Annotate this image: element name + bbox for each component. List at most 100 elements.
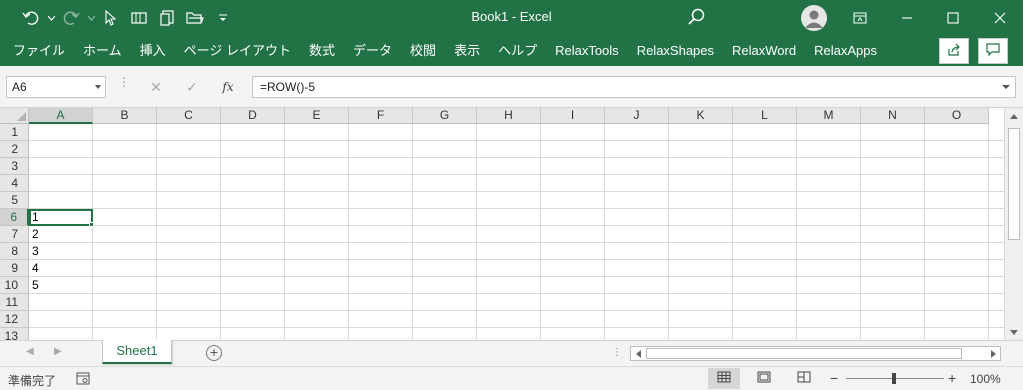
select-all-button[interactable] [0,108,29,124]
ribbon-tab[interactable]: データ [344,35,401,66]
cell-a8[interactable]: 3 [29,243,93,260]
cell-a10[interactable]: 5 [29,277,93,294]
column-header-d[interactable]: D [221,108,285,124]
cell-a6[interactable]: 1 [29,209,93,226]
ribbon-tab[interactable]: RelaxShapes [628,35,723,66]
next-sheet-icon[interactable]: ▶ [54,346,62,357]
column-header-b[interactable]: B [93,108,157,124]
row-header-9[interactable]: 9 [0,260,29,277]
redo-dropdown-icon[interactable] [86,6,96,30]
minimize-icon[interactable] [884,0,930,35]
column-header-f[interactable]: F [349,108,413,124]
horizontal-scroll-thumb[interactable] [646,348,962,359]
ribbon-tab[interactable]: 挿入 [131,35,175,66]
normal-view-icon [717,371,731,386]
row-header-7[interactable]: 7 [0,226,29,243]
comment-icon [986,43,1000,59]
cell-a7[interactable]: 2 [29,226,93,243]
row-header-12[interactable]: 12 [0,311,29,328]
name-box[interactable]: A6 [6,76,106,98]
redo-icon[interactable] [58,6,84,30]
column-header-m[interactable]: M [797,108,861,124]
copy-icon[interactable] [154,6,180,30]
row-header-6[interactable]: 6 [0,209,29,226]
column-header-l[interactable]: L [733,108,797,124]
ribbon-tab[interactable]: 表示 [445,35,489,66]
open-folder-icon[interactable] [182,6,208,30]
column-header-k[interactable]: K [669,108,733,124]
select-cursor-icon[interactable] [98,6,124,30]
normal-view-button[interactable] [708,368,740,389]
add-sheet-button[interactable]: + [206,345,222,361]
ribbon-tab[interactable]: 数式 [300,35,344,66]
vertical-scrollbar[interactable] [1004,108,1023,340]
title-bar: Book1 - Excel [0,0,1023,35]
column-header-h[interactable]: H [477,108,541,124]
zoom-in-button[interactable]: + [948,370,956,386]
scroll-down-icon[interactable] [1005,324,1023,340]
row-header-13[interactable]: 13 [0,328,29,340]
ribbon-tab[interactable]: RelaxApps [805,35,886,66]
ribbon-tab[interactable]: ページ レイアウト [175,35,300,66]
page-break-preview-button[interactable] [788,368,820,389]
tab-splitter-handle[interactable]: ⋮ [612,347,622,358]
scroll-up-icon[interactable] [1005,108,1023,124]
vertical-scroll-thumb[interactable] [1008,128,1020,240]
macro-recording-icon[interactable] [76,372,90,388]
column-header-j[interactable]: J [605,108,669,124]
undo-dropdown-icon[interactable] [46,6,56,30]
page-layout-view-button[interactable] [748,368,780,389]
sheet-tab-sheet1[interactable]: Sheet1 [102,340,172,364]
column-header-i[interactable]: I [541,108,605,124]
ribbon-tab[interactable]: ヘルプ [489,35,546,66]
zoom-slider-thumb[interactable] [892,373,896,384]
column-header-c[interactable]: C [157,108,221,124]
previous-sheet-icon[interactable]: ◀ [26,346,34,357]
zoom-out-button[interactable]: − [830,370,838,386]
ribbon-tab[interactable]: ホーム [74,35,131,66]
column-header-o[interactable]: O [925,108,989,124]
shape-icon[interactable] [126,6,152,30]
customize-qat-icon[interactable] [210,6,236,30]
formula-bar-resize-handle[interactable]: ⋮ [118,76,130,88]
ribbon: ファイル ホーム 挿入 ページ レイアウト 数式 データ 校閲 表示 ヘルプ RelaxTools… [0,35,1023,66]
row-header-5[interactable]: 5 [0,192,29,209]
row-header-8[interactable]: 8 [0,243,29,260]
ribbon-tab[interactable]: ファイル [4,35,74,66]
row-header-4[interactable]: 4 [0,175,29,192]
cancel-icon[interactable]: ✕ [138,79,174,96]
zoom-level[interactable]: 100% [970,372,1001,386]
ribbon-display-options-icon[interactable] [837,0,883,35]
share-button[interactable] [939,38,969,64]
ribbon-tab[interactable]: RelaxTools [546,35,628,66]
expand-formula-bar-icon[interactable] [1002,85,1010,89]
comments-button[interactable] [978,38,1008,64]
column-header-a[interactable]: A [29,108,93,124]
close-icon[interactable] [977,0,1023,35]
avatar[interactable] [801,5,827,31]
column-header-g[interactable]: G [413,108,477,124]
worksheet-grid[interactable]: A B C D E F G H I J K L M N O 1 2 3 4 5 6 7 8 9 10 11 12 13 1 2 3 4 5 [0,108,1004,340]
column-header-e[interactable]: E [285,108,349,124]
row-header-3[interactable]: 3 [0,158,29,175]
page-layout-icon [757,371,771,386]
row-header-10[interactable]: 10 [0,277,29,294]
search-icon[interactable] [688,8,706,29]
formula-input[interactable]: =ROW()-5 [252,76,1016,98]
row-header-1[interactable]: 1 [0,124,29,141]
maximize-icon[interactable] [930,0,976,35]
insert-function-icon[interactable]: fx [210,80,246,94]
row-header-11[interactable]: 11 [0,294,29,311]
horizontal-scrollbar[interactable] [630,346,1001,361]
name-box-dropdown-icon[interactable] [95,85,101,89]
enter-icon[interactable]: ✓ [174,79,210,96]
scroll-left-icon[interactable] [631,347,645,360]
ribbon-tab[interactable]: RelaxWord [723,35,805,66]
cell-a9[interactable]: 4 [29,260,93,277]
undo-icon[interactable] [18,6,44,30]
column-header-n[interactable]: N [861,108,925,124]
cell-area[interactable] [29,124,1004,340]
row-header-2[interactable]: 2 [0,141,29,158]
scroll-right-icon[interactable] [986,347,1000,360]
ribbon-tab[interactable]: 校閲 [401,35,445,66]
